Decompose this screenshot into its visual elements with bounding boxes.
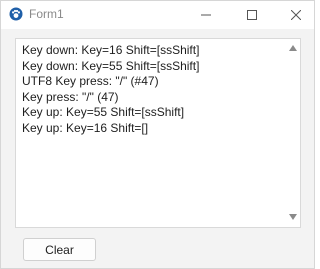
- maximize-icon: [247, 10, 257, 20]
- vertical-scrollbar[interactable]: [286, 39, 300, 227]
- log-line: Key up: Key=55 Shift=[ssShift]: [22, 105, 185, 119]
- close-button[interactable]: [273, 1, 319, 29]
- app-window: Form1 Key down: Key=16 Shift=[ssShift] K…: [0, 0, 315, 269]
- log-lines: Key down: Key=16 Shift=[ssShift] Key dow…: [22, 43, 284, 136]
- clear-button[interactable]: Clear: [23, 238, 96, 261]
- log-line: Key down: Key=16 Shift=[ssShift]: [22, 43, 200, 57]
- log-line: Key up: Key=16 Shift=[]: [22, 120, 149, 135]
- minimize-button[interactable]: [183, 1, 229, 29]
- maximize-button[interactable]: [229, 1, 275, 29]
- close-icon: [291, 10, 301, 20]
- window-title: Form1: [29, 7, 64, 21]
- log-line: UTF8 Key press: "/" (#47): [22, 74, 159, 88]
- log-memo[interactable]: Key down: Key=16 Shift=[ssShift] Key dow…: [15, 38, 301, 228]
- paw-icon: [9, 7, 23, 21]
- scroll-up-arrow-icon[interactable]: [289, 45, 297, 51]
- scroll-down-arrow-icon[interactable]: [289, 214, 297, 220]
- log-line: Key press: "/" (47): [22, 89, 119, 104]
- log-line: Key down: Key=55 Shift=[ssShift]: [22, 58, 200, 73]
- title-bar[interactable]: Form1: [1, 1, 314, 29]
- minimize-icon: [201, 14, 211, 16]
